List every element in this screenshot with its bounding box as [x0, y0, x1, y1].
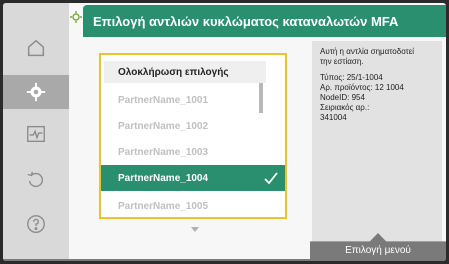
info-type: Τύπος: 25/1-1004 — [320, 73, 383, 82]
screen: Επιλογή αντλιών κυκλώματος καταναλωτών M… — [3, 3, 446, 261]
info-text-line1: Αυτή η αντλία σηματοδοτεί — [320, 47, 415, 56]
scroll-down-arrow-icon[interactable] — [191, 227, 199, 232]
nav-help[interactable] — [17, 207, 55, 241]
settings-gear-icon — [26, 82, 46, 102]
nav-restore[interactable] — [17, 163, 55, 197]
nav-settings[interactable] — [3, 75, 69, 109]
checkmark-icon — [264, 172, 278, 185]
main-content: Ολοκλήρωση επιλογής PartnerName_1001 Par… — [69, 37, 446, 261]
list-item[interactable]: PartnerName_1005 — [104, 193, 266, 219]
restore-back-icon — [27, 171, 43, 188]
side-nav — [3, 3, 69, 261]
info-serial-value: 341004 — [320, 113, 347, 122]
list-item[interactable]: PartnerName_1001 — [104, 87, 266, 113]
home-icon — [27, 39, 45, 57]
scrollbar-thumb[interactable] — [259, 83, 263, 113]
info-node-id: NodeID: 954 — [320, 93, 365, 102]
page-title: Επιλογή αντλιών κυκλώματος καταναλωτών M… — [83, 5, 446, 37]
info-panel: Αυτή η αντλία σηματοδοτεί την εστίαση. Τ… — [312, 41, 442, 247]
partner-list: Ολοκλήρωση επιλογής PartnerName_1001 Par… — [99, 53, 287, 219]
list-item-label: PartnerName_1004 — [118, 172, 209, 184]
info-product-number: Αρ. προϊόντος: 12 1004 — [320, 83, 404, 92]
info-text-line2: την εστίαση. — [320, 57, 364, 66]
list-item-selected[interactable]: PartnerName_1004 — [101, 165, 285, 191]
info-serial-label: Σειριακός αρ.: — [320, 103, 370, 112]
help-question-icon — [27, 215, 45, 233]
nav-diagnostics[interactable] — [17, 117, 55, 151]
nav-home[interactable] — [17, 31, 55, 65]
diagnostics-monitor-icon — [27, 125, 45, 143]
list-item[interactable]: PartnerName_1002 — [104, 113, 266, 139]
finish-selection-item[interactable]: Ολοκλήρωση επιλογής — [104, 61, 266, 83]
list-item[interactable]: PartnerName_1003 — [104, 139, 266, 165]
settings-small-icon — [70, 11, 82, 23]
